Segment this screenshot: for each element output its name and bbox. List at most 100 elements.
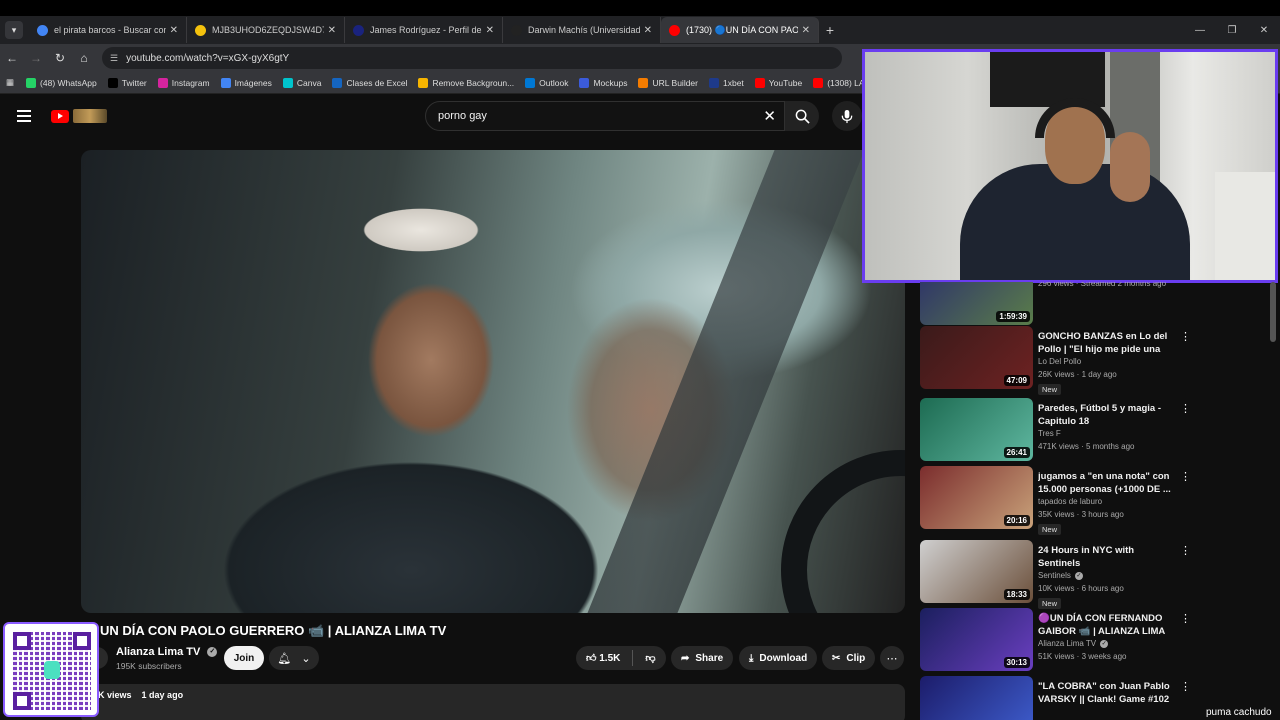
apps-icon[interactable]: ▦: [6, 77, 14, 88]
minimize-icon[interactable]: —: [1184, 25, 1216, 36]
home-icon[interactable]: ⌂: [72, 51, 96, 65]
video-thumbnail[interactable]: 1:59:39: [920, 282, 1033, 325]
menu-icon[interactable]: [17, 107, 31, 125]
bookmark-item[interactable]: Remove Backgroun...: [418, 77, 514, 88]
video-player[interactable]: [81, 150, 905, 613]
browser-tab[interactable]: James Rodríguez - Perfil del jug ✕: [345, 17, 503, 43]
recommended-channel[interactable]: tapados de laburo: [1038, 497, 1102, 506]
video-options-icon[interactable]: ⋮: [1180, 402, 1191, 415]
bookmark-icon: [26, 77, 37, 88]
recommended-video[interactable]: 18:33 24 Hours in NYC with Sentinels Senti…: [920, 540, 1191, 609]
notifications-button[interactable]: 🔔︎ ⌄: [269, 646, 319, 670]
recommended-title[interactable]: jugamos a "en una nota" con 15.000 perso…: [1038, 470, 1172, 496]
recommended-title[interactable]: GONCHO BANZAS en Lo del Pollo | "El hijo…: [1038, 330, 1172, 357]
chevron-down-icon: ⌄: [301, 652, 311, 665]
recommended-channel[interactable]: Alianza Lima TV ✓: [1038, 639, 1109, 648]
recommended-channel[interactable]: Lo Del Pollo: [1038, 357, 1081, 366]
close-tab-icon[interactable]: ✕: [486, 25, 494, 36]
reload-icon[interactable]: ↻: [48, 51, 72, 65]
back-icon[interactable]: ←: [0, 51, 24, 65]
new-badge: New: [1038, 384, 1062, 395]
bookmark-item[interactable]: URL Builder: [638, 77, 698, 88]
youtube-header: porno gay ✕: [0, 96, 865, 136]
bookmark-label: (48) WhatsApp: [40, 77, 97, 88]
recommended-channel[interactable]: Tres F: [1038, 429, 1061, 438]
scrollbar[interactable]: [1270, 282, 1276, 342]
join-button[interactable]: Join: [224, 646, 264, 670]
clear-search-icon[interactable]: ✕: [763, 107, 776, 125]
search-input[interactable]: porno gay ✕: [425, 101, 785, 131]
browser-tab[interactable]: (1730) 🔵UN DÍA CON PAOLO ✕: [661, 17, 819, 43]
recommended-title[interactable]: 24 Hours in NYC with Sentinels: [1038, 544, 1172, 570]
bookmark-item[interactable]: Instagram: [157, 77, 210, 88]
recommended-title[interactable]: 🟣UN DÍA CON FERNANDO GAIBOR 📹 | ALIANZA …: [1038, 612, 1172, 639]
forward-icon[interactable]: →: [24, 51, 48, 65]
clip-label: Clip: [846, 652, 866, 664]
bookmark-item[interactable]: Mockups: [579, 77, 627, 88]
download-button[interactable]: ⤓ Download: [739, 646, 818, 670]
browser-tab[interactable]: el pirata barcos - Buscar con Go ✕: [29, 17, 187, 43]
bookmark-label: Canva: [296, 77, 322, 88]
dislike-button[interactable]: 👎︎: [645, 652, 655, 664]
site-info-icon[interactable]: ☰: [110, 53, 118, 64]
browser-tab[interactable]: Darwin Machís (Universidad Ce ✕: [503, 17, 661, 43]
like-button[interactable]: 👍︎ 1.5K: [586, 652, 620, 664]
browser-tab[interactable]: MJB3UHOD6ZEQDJSW4D7GK4 ✕: [187, 17, 345, 43]
search-button[interactable]: [785, 101, 819, 131]
recommended-video[interactable]: 1:59:39Mario CG296 views · Streamed 2 mo…: [920, 282, 1190, 326]
video-thumbnail[interactable]: 47:09: [920, 326, 1033, 389]
download-label: Download: [759, 652, 808, 664]
browser-tab-strip: ▾ el pirata barcos - Buscar con Go✕MJB3U…: [0, 16, 1280, 44]
close-window-icon[interactable]: ✕: [1248, 25, 1280, 36]
bookmark-item[interactable]: 1xbet: [709, 77, 744, 88]
video-options-icon[interactable]: ⋮: [1180, 470, 1191, 483]
video-options-icon[interactable]: ⋮: [1180, 544, 1191, 557]
video-options-icon[interactable]: ⋮: [1180, 680, 1191, 693]
clip-button[interactable]: ✂ Clip: [822, 646, 876, 670]
bookmark-item[interactable]: YouTube: [754, 77, 803, 88]
tab-search-icon[interactable]: ▾: [5, 21, 23, 39]
more-actions-icon[interactable]: ⋯: [880, 646, 904, 670]
bookmark-icon: [638, 77, 649, 88]
tab-favicon-icon: [37, 24, 48, 36]
duration-badge: 26:41: [1003, 447, 1030, 458]
youtube-logo[interactable]: [51, 109, 107, 123]
video-options-icon[interactable]: ⋮: [1180, 330, 1191, 343]
close-tab-icon[interactable]: ✕: [170, 25, 178, 36]
video-options-icon[interactable]: ⋮: [1180, 612, 1191, 625]
close-tab-icon[interactable]: ✕: [802, 25, 810, 36]
share-button[interactable]: ➦ Share: [671, 646, 734, 670]
recommended-video[interactable]: 47:09 GONCHO BANZAS en Lo del Pollo | "El…: [920, 326, 1191, 395]
bookmark-item[interactable]: (48) WhatsApp: [26, 77, 97, 88]
url-field[interactable]: ☰ youtube.com/watch?v=xGX-gyX6gtY: [102, 47, 842, 69]
recommended-video[interactable]: 20:16 jugamos a "en una nota" con 15.000 …: [920, 466, 1191, 535]
recommended-channel[interactable]: Sentinels ✓: [1038, 571, 1083, 580]
bookmark-item[interactable]: Canva: [282, 77, 322, 88]
bookmark-label: YouTube: [768, 77, 803, 88]
description-box[interactable]: [81, 684, 905, 720]
tab-title: el pirata barcos - Buscar con Go: [54, 25, 166, 35]
close-tab-icon[interactable]: ✕: [328, 25, 336, 36]
video-thumbnail[interactable]: [920, 676, 1033, 720]
close-tab-icon[interactable]: ✕: [644, 25, 652, 36]
recommended-video[interactable]: 26:41 Paredes, Fútbol 5 y magia - Capitul…: [920, 398, 1191, 462]
new-tab-button[interactable]: +: [819, 22, 841, 38]
video-thumbnail[interactable]: 30:13: [920, 608, 1033, 671]
bookmark-item[interactable]: Twitter: [107, 77, 147, 88]
channel-name-row[interactable]: Alianza Lima TV ✓: [116, 646, 218, 658]
video-thumbnail[interactable]: 18:33: [920, 540, 1033, 603]
restore-icon[interactable]: ❐: [1216, 25, 1248, 36]
channel-label: Alianza Lima TV: [1038, 639, 1097, 648]
bookmark-item[interactable]: Imágenes: [220, 77, 272, 88]
video-thumbnail[interactable]: 26:41: [920, 398, 1033, 461]
screen: ▾ el pirata barcos - Buscar con Go✕MJB3U…: [0, 0, 1280, 720]
channel-name[interactable]: Alianza Lima TV: [116, 646, 200, 658]
video-thumbnail[interactable]: 20:16: [920, 466, 1033, 529]
voice-search-button[interactable]: [832, 101, 862, 131]
recommended-video[interactable]: 30:13 🟣UN DÍA CON FERNANDO GAIBOR 📹 | ALI…: [920, 608, 1191, 672]
bookmark-item[interactable]: Clases de Excel: [332, 77, 407, 88]
bookmark-item[interactable]: Outlook: [525, 77, 568, 88]
recommended-video[interactable]: "LA COBRA" con Juan Pablo VARSKY || Clan…: [920, 676, 1191, 720]
recommended-title[interactable]: "LA COBRA" con Juan Pablo VARSKY || Clan…: [1038, 680, 1172, 706]
recommended-title[interactable]: Paredes, Fútbol 5 y magia - Capitulo 18: [1038, 402, 1172, 428]
